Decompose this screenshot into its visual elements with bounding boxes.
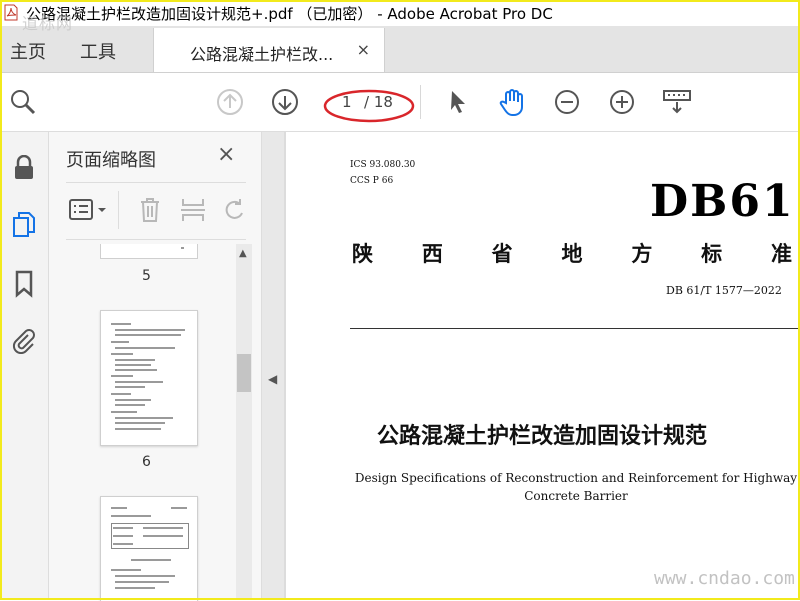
pdf-page: ICS 93.080.30 CCS P 66 DB61 陕 西 省 地 方 标 … — [286, 132, 798, 600]
search-icon[interactable] — [8, 87, 38, 117]
thumbs-separator — [118, 191, 119, 229]
page-label: 5 — [142, 268, 151, 284]
tab-document[interactable]: 公路混凝土护栏改... × — [153, 28, 385, 72]
previous-page-icon[interactable] — [215, 87, 245, 117]
insert-page-icon[interactable] — [180, 195, 206, 225]
document-title-en: Design Specifications of Reconstruction … — [354, 471, 798, 503]
rotate-page-icon[interactable] — [222, 195, 246, 225]
thumbnail-options-icon[interactable] — [68, 195, 108, 225]
thumbnails-panel: 页面缩略图 × 5 6 ▲ — [49, 132, 262, 601]
standard-char: 标 — [701, 241, 723, 266]
ics-code: ICS 93.080.30 — [350, 160, 416, 170]
zoom-out-icon[interactable] — [552, 87, 582, 117]
standard-type: 陕 西 省 地 方 标 准 — [352, 238, 792, 268]
standard-char: 省 — [491, 241, 513, 266]
ccs-code: CCS P 66 — [350, 176, 394, 186]
standard-char: 地 — [561, 241, 583, 266]
standard-char: 准 — [770, 241, 792, 266]
select-cursor-icon[interactable] — [443, 87, 473, 117]
window-title: 公路混凝土护栏改造加固设计规范+.pdf （已加密） - Adobe Acrob… — [26, 5, 553, 23]
lock-icon[interactable] — [8, 152, 40, 184]
toolbar: 1 / 18 — [0, 73, 800, 132]
page-thumbnail[interactable] — [100, 496, 198, 601]
tab-document-label: 公路混凝土护栏改... — [190, 45, 334, 64]
hand-tool-icon[interactable] — [497, 87, 527, 117]
db-heading: DB61 — [650, 176, 795, 227]
attachment-icon[interactable] — [8, 324, 40, 356]
standard-char: 方 — [631, 241, 653, 266]
tab-bar: 主页 工具 公路混凝土护栏改... × — [0, 26, 800, 73]
keyboard-scroll-icon[interactable] — [662, 87, 692, 117]
pdf-app-icon — [4, 4, 18, 21]
navigation-rail — [0, 132, 49, 600]
watermark-bottom: www.cndao.com — [654, 568, 795, 589]
tab-tools[interactable]: 工具 — [80, 38, 116, 64]
thumbnails-scrollbar[interactable]: ▲ — [236, 244, 252, 600]
thumbnails-title: 页面缩略图 — [66, 150, 156, 171]
next-page-icon[interactable] — [270, 87, 300, 117]
watermark-top: 道标网 — [22, 14, 74, 33]
document-title-cn: 公路混凝土护栏改造加固设计规范 — [376, 424, 707, 449]
panel-collapse-strip[interactable]: ◀ — [262, 132, 284, 600]
thumbnails-toolbar — [66, 182, 246, 240]
page-thumbnail-prev[interactable] — [100, 244, 198, 259]
header-rule — [350, 328, 798, 329]
zoom-in-icon[interactable] — [607, 87, 637, 117]
document-view[interactable]: ICS 93.080.30 CCS P 66 DB61 陕 西 省 地 方 标 … — [284, 132, 800, 600]
page-thumbnail[interactable] — [100, 310, 198, 446]
title-bar: 公路混凝土护栏改造加固设计规范+.pdf （已加密） - Adobe Acrob… — [0, 0, 800, 26]
tab-home[interactable]: 主页 — [10, 38, 46, 64]
page-thumbnails-icon[interactable] — [8, 209, 40, 241]
collapse-arrow-icon[interactable]: ◀ — [268, 372, 277, 386]
scroll-up-icon[interactable]: ▲ — [239, 248, 247, 259]
toolbar-separator — [420, 85, 421, 119]
scrollbar-thumb[interactable] — [237, 354, 251, 392]
delete-page-icon[interactable] — [138, 195, 162, 225]
standard-code: DB 61/T 1577—2022 — [666, 284, 782, 297]
tab-close-icon[interactable]: × — [357, 40, 370, 59]
bookmark-icon[interactable] — [8, 268, 40, 300]
highlight-ellipse — [323, 89, 415, 123]
page-label: 6 — [142, 454, 151, 470]
thumbnails-close-icon[interactable]: × — [217, 142, 235, 167]
standard-char: 陕 — [352, 241, 373, 266]
standard-char: 西 — [421, 241, 443, 266]
